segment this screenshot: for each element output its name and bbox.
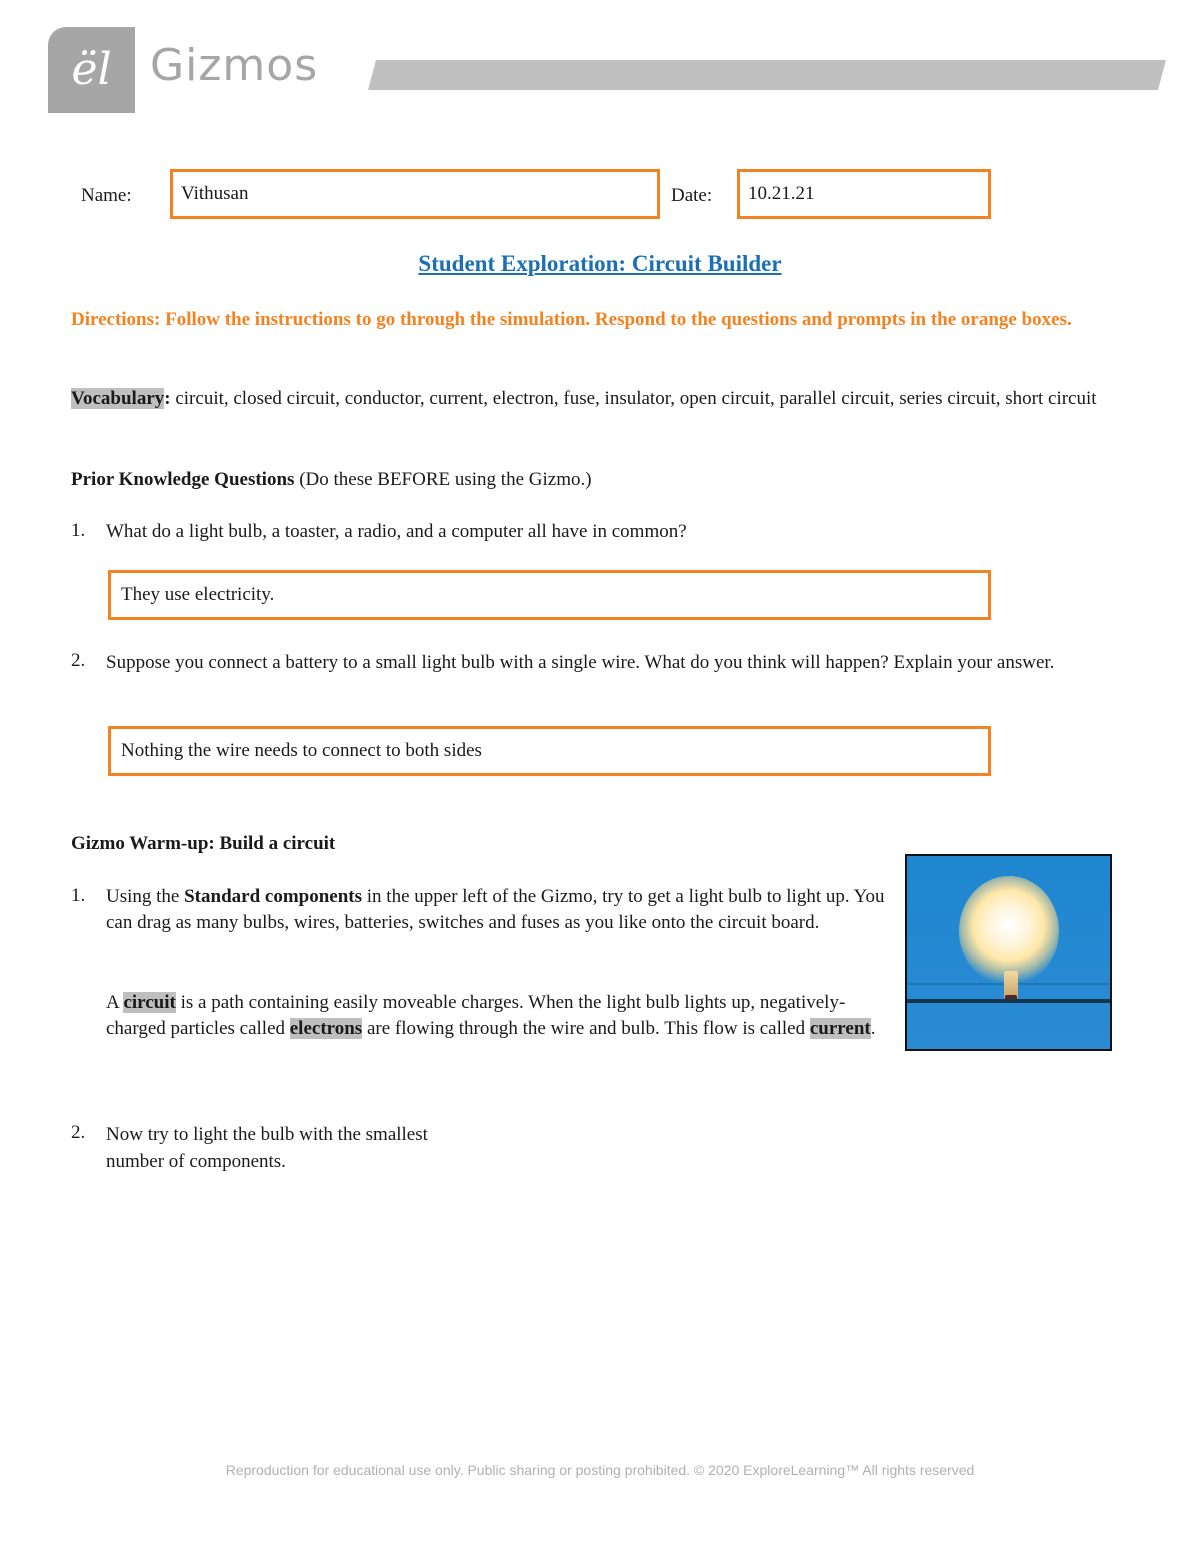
warmup-number: 1. <box>71 885 86 906</box>
vocabulary-label: Vocabulary <box>71 388 165 409</box>
answer-text: Nothing the wire needs to connect to bot… <box>121 740 482 761</box>
explorelearning-logo: ël <box>48 27 135 113</box>
bulb-glow <box>959 876 1059 986</box>
date-label: Date: <box>671 185 713 206</box>
date-field[interactable]: 10.21.21 <box>737 169 991 219</box>
question-number: 2. <box>71 650 86 671</box>
name-value: Vithusan <box>181 183 249 204</box>
warmup-number: 2. <box>71 1122 86 1143</box>
answer-text: They use electricity. <box>121 584 275 605</box>
question-text: Suppose you connect a battery to a small… <box>106 652 1055 673</box>
warmup-instruction: Using the Standard components in the upp… <box>106 886 885 933</box>
circuit-definition: A circuit is a path containing easily mo… <box>106 992 876 1039</box>
header-bar <box>368 60 1166 90</box>
vocabulary: Vocabulary: circuit, closed circuit, con… <box>71 388 1097 409</box>
term-electrons: electrons <box>289 1018 363 1039</box>
el-logo-icon: ël <box>71 44 112 95</box>
date-value: 10.21.21 <box>748 183 815 204</box>
prior-knowledge-heading: Prior Knowledge Questions (Do these BEFO… <box>71 469 592 490</box>
page-title: Student Exploration: Circuit Builder <box>418 251 782 276</box>
question-text: What do a light bulb, a toaster, a radio… <box>106 521 687 542</box>
footer-copyright: Reproduction for educational use only. P… <box>225 1462 975 1478</box>
vocabulary-terms: circuit, closed circuit, conductor, curr… <box>175 388 1097 409</box>
term-circuit: circuit <box>123 992 176 1013</box>
name-field[interactable]: Vithusan <box>170 169 660 219</box>
answer-box[interactable]: Nothing the wire needs to connect to bot… <box>108 726 991 776</box>
wire <box>907 999 1110 1003</box>
warmup-instruction: Now try to light the bulb with the small… <box>106 1124 428 1172</box>
term-current: current <box>809 1018 871 1039</box>
question-number: 1. <box>71 520 86 541</box>
brand-name: Gizmos <box>150 40 319 91</box>
answer-box[interactable]: They use electricity. <box>108 570 991 620</box>
name-label: Name: <box>81 185 132 206</box>
lit-bulb-image <box>905 854 1112 1051</box>
directions: Directions: Follow the instructions to g… <box>71 309 1072 330</box>
